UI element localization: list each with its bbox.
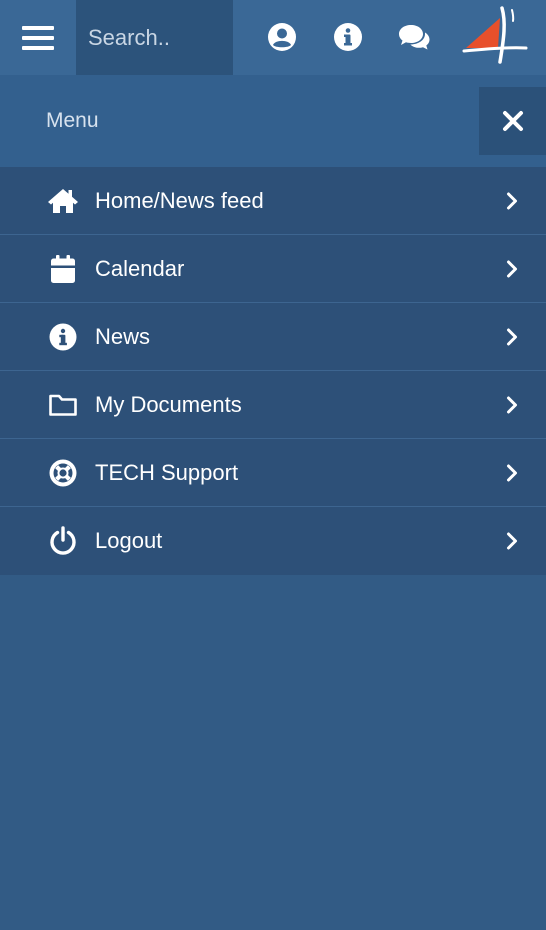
menu-header: Menu xyxy=(0,75,546,167)
menu-item-tech-support[interactable]: TECH Support xyxy=(0,439,546,507)
chevron-right-icon xyxy=(502,257,522,281)
sail-logo-icon xyxy=(462,6,528,64)
calendar-icon xyxy=(47,253,79,285)
menu-item-home[interactable]: Home/News feed xyxy=(0,167,546,235)
menu-item-label: News xyxy=(95,324,151,349)
chevron-right-icon xyxy=(502,325,522,349)
close-menu-button[interactable] xyxy=(479,87,546,155)
top-bar xyxy=(0,0,546,75)
life-ring-icon xyxy=(47,457,79,489)
hamburger-icon xyxy=(22,25,54,50)
user-icon xyxy=(268,23,296,51)
messages-button[interactable] xyxy=(397,20,431,54)
menu-title: Menu xyxy=(46,109,99,132)
menu-item-label: Logout xyxy=(95,528,163,553)
chevron-right-icon xyxy=(502,529,522,553)
menu-item-logout[interactable]: Logout xyxy=(0,507,546,575)
chat-icon xyxy=(399,25,430,50)
menu-item-my-documents[interactable]: My Documents xyxy=(0,371,546,439)
home-icon xyxy=(47,185,79,217)
menu-item-label: My Documents xyxy=(95,392,242,417)
info-button[interactable] xyxy=(331,20,365,54)
menu-item-calendar[interactable]: Calendar xyxy=(0,235,546,303)
app-logo[interactable] xyxy=(460,4,536,70)
search-input[interactable] xyxy=(76,0,233,75)
close-icon xyxy=(502,111,523,131)
menu-item-label: TECH Support xyxy=(95,460,239,485)
menu-item-news[interactable]: News xyxy=(0,303,546,371)
menu-list: Home/News feed Calendar News My Document… xyxy=(0,167,546,575)
menu-item-label: Home/News feed xyxy=(95,188,264,213)
search-box xyxy=(76,0,233,75)
chevron-right-icon xyxy=(502,393,522,417)
chevron-right-icon xyxy=(502,189,522,213)
hamburger-menu-button[interactable] xyxy=(0,0,76,75)
chevron-right-icon xyxy=(502,461,522,485)
info-icon xyxy=(47,321,79,353)
menu-item-label: Calendar xyxy=(95,256,185,281)
folder-icon xyxy=(47,389,79,421)
profile-button[interactable] xyxy=(265,20,299,54)
power-icon xyxy=(47,525,79,557)
info-icon xyxy=(334,23,362,51)
